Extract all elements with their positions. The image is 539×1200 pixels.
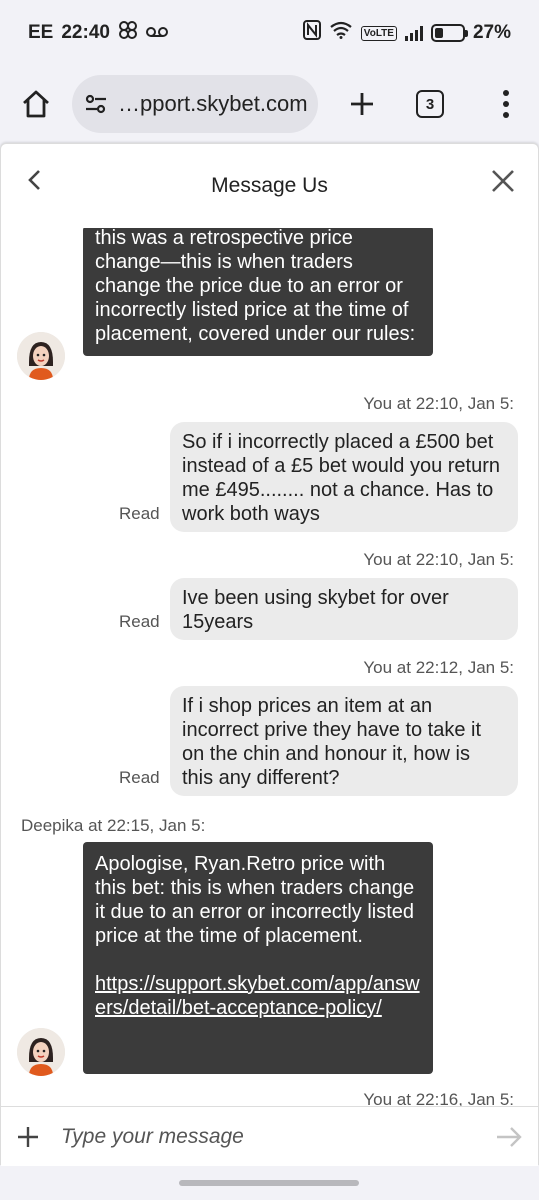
more-menu-icon[interactable] bbox=[496, 90, 516, 118]
status-bar: EE 22:40 VoLTE 27% bbox=[0, 0, 539, 66]
tab-switcher-button[interactable]: 3 bbox=[416, 90, 444, 118]
message-input[interactable] bbox=[61, 1124, 494, 1149]
status-left: EE 22:40 bbox=[28, 20, 168, 46]
message-text: Apologise, Ryan.Retro price with this be… bbox=[95, 853, 415, 947]
read-receipt: Read bbox=[119, 504, 160, 523]
read-receipt: Read bbox=[119, 612, 160, 631]
user-message: Ive been using skybet for over 15years bbox=[170, 578, 518, 640]
battery-icon bbox=[430, 24, 468, 42]
user-message: If i shop prices an item at an incorrect… bbox=[170, 686, 518, 796]
agent-message: this was a retrospective price change—th… bbox=[83, 228, 433, 356]
close-icon[interactable] bbox=[490, 168, 516, 194]
site-settings-icon[interactable] bbox=[84, 94, 108, 114]
nfc-icon bbox=[302, 20, 321, 46]
chat-header: Message Us bbox=[1, 144, 538, 228]
message-text: this was a retrospective price change—th… bbox=[95, 228, 416, 345]
url-text: …pport.skybet.com bbox=[118, 91, 308, 116]
message-meta: You at 22:10, Jan 5: bbox=[363, 394, 514, 413]
composer bbox=[1, 1106, 538, 1166]
plus-icon bbox=[351, 93, 373, 115]
volte-badge: VoLTE bbox=[360, 25, 397, 41]
chat-title: Message Us bbox=[211, 174, 328, 197]
browser-toolbar: …pport.skybet.com 3 bbox=[0, 66, 539, 142]
policy-link[interactable]: https://support.skybet.com/app/answers/d… bbox=[95, 972, 421, 1020]
message-meta: You at 22:16, Jan 5: bbox=[363, 1090, 514, 1106]
user-message: So if i incorrectly placed a £500 bet in… bbox=[170, 422, 518, 532]
gesture-nav-handle[interactable] bbox=[179, 1180, 359, 1186]
message-text: Ive been using skybet for over 15years bbox=[182, 587, 449, 633]
signal-icon bbox=[404, 25, 423, 41]
carrier-label: EE bbox=[28, 22, 54, 43]
agent-avatar bbox=[17, 1028, 65, 1076]
battery-percent: 27% bbox=[472, 22, 511, 43]
agent-avatar bbox=[17, 332, 65, 380]
wifi-icon bbox=[329, 21, 353, 45]
agent-message: Apologise, Ryan.Retro price with this be… bbox=[83, 842, 433, 1074]
status-right: VoLTE 27% bbox=[302, 20, 511, 46]
chat-panel: Message Us this was a retrospective pric… bbox=[0, 143, 539, 1166]
message-list[interactable]: this was a retrospective price change—th… bbox=[1, 228, 538, 1106]
message-text: If i shop prices an item at an incorrect… bbox=[182, 695, 482, 789]
message-meta: Deepika at 22:15, Jan 5: bbox=[21, 816, 206, 835]
pinwheel-icon bbox=[118, 20, 138, 46]
message-meta: You at 22:12, Jan 5: bbox=[363, 658, 514, 677]
home-icon bbox=[23, 90, 49, 118]
message-meta: You at 22:10, Jan 5: bbox=[363, 550, 514, 569]
send-arrow-icon[interactable] bbox=[494, 1122, 524, 1152]
read-receipt: Read bbox=[119, 768, 160, 787]
address-bar[interactable]: …pport.skybet.com bbox=[72, 75, 318, 133]
home-button[interactable] bbox=[16, 84, 56, 124]
voicemail-icon bbox=[145, 22, 168, 44]
attach-plus-icon[interactable] bbox=[15, 1124, 41, 1150]
new-tab-button[interactable] bbox=[342, 84, 382, 124]
clock: 22:40 bbox=[61, 22, 110, 43]
message-text: So if i incorrectly placed a £500 bet in… bbox=[182, 431, 500, 525]
